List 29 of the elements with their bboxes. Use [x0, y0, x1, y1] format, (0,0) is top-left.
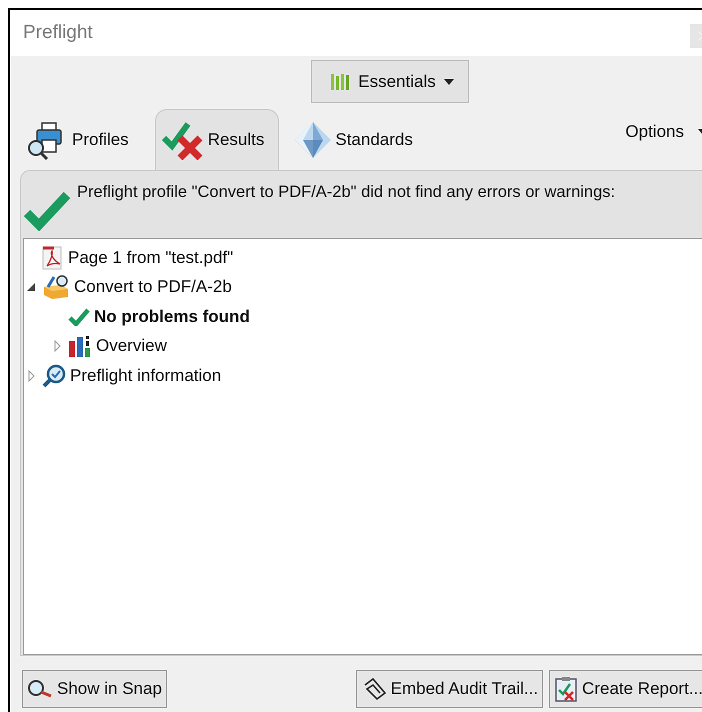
books-icon [330, 72, 350, 90]
options-button[interactable]: Options [625, 122, 702, 156]
pdf-icon [42, 246, 64, 270]
toolbox-icon [42, 275, 70, 300]
tree-item[interactable]: Preflight information [70, 366, 222, 386]
tree-item[interactable]: Overview [96, 336, 167, 356]
check-icon [68, 308, 90, 326]
check-icon [23, 191, 71, 231]
workspace-button[interactable]: Essentials [311, 60, 469, 103]
footer-button[interactable]: Embed Audit Trail... [356, 670, 544, 708]
tab[interactable]: Results [154, 109, 280, 170]
caret-icon [444, 78, 454, 84]
tree-item[interactable]: Convert to PDF/A-2b [74, 277, 232, 298]
collapsed-arrow-icon[interactable] [28, 370, 34, 382]
result-message: Preflight profile "Convert to PDF/A-2b" did not find any errors or warnings: [77, 183, 616, 202]
tab[interactable]: Standards [287, 110, 427, 170]
window-title: Preflight [23, 22, 93, 44]
expanded-arrow-icon[interactable] [27, 283, 35, 292]
footer-button[interactable]: Show in Snap [22, 670, 167, 708]
magnifier-icon [27, 680, 53, 698]
magnifier-icon [42, 364, 66, 388]
tab[interactable]: Profiles [20, 110, 143, 170]
footer-button[interactable]: Create Report... [549, 670, 702, 708]
tree-item[interactable]: Page 1 from "test.pdf" [68, 248, 234, 268]
diamond-icon [293, 120, 334, 160]
collapsed-arrow-icon[interactable] [54, 340, 60, 352]
clipboard-icon [554, 676, 578, 702]
bar-chart-icon [68, 334, 92, 358]
tree-item[interactable]: No problems found [94, 306, 250, 327]
